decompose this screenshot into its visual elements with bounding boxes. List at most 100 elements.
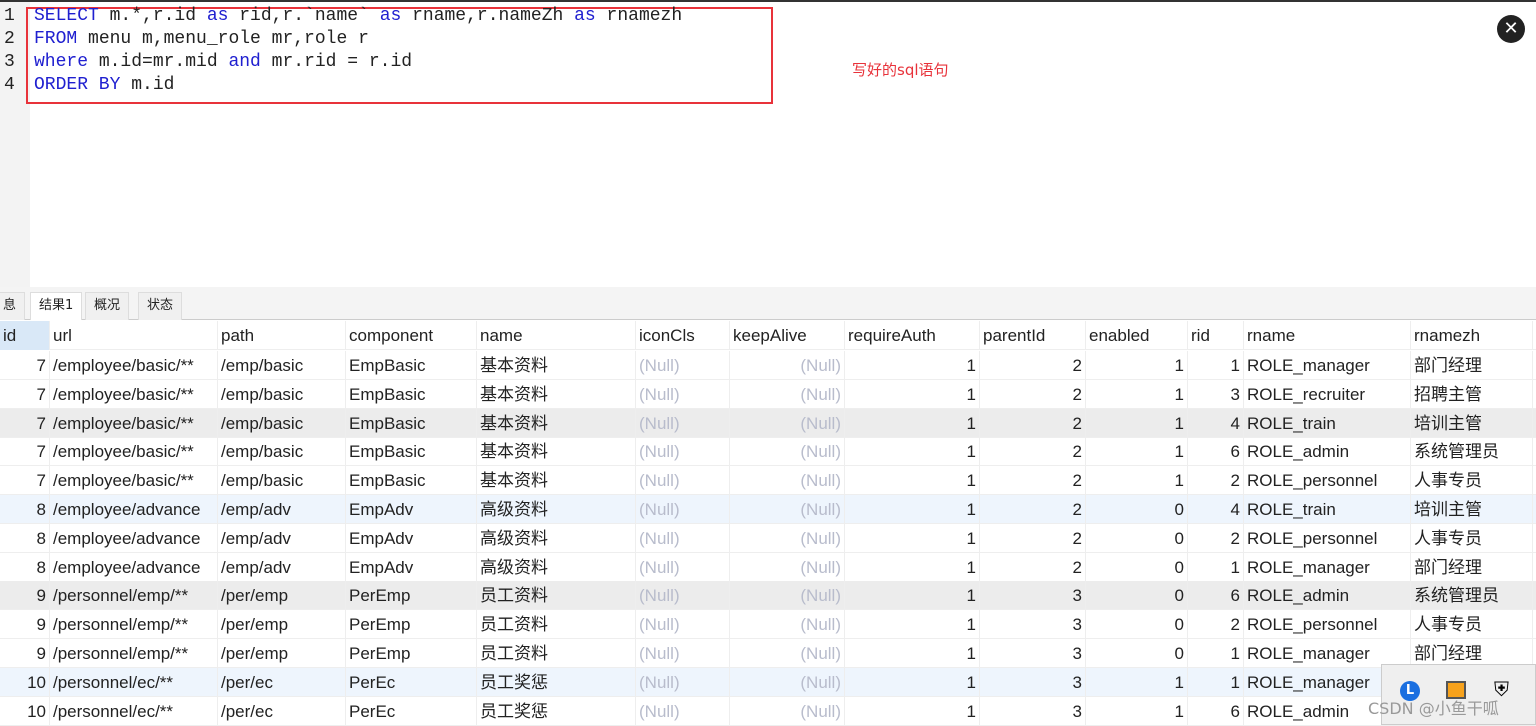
column-header-path[interactable]: path	[218, 321, 346, 350]
cell-url[interactable]: /personnel/ec/**	[50, 696, 218, 726]
cell-rnamezh[interactable]: 培训主管	[1411, 495, 1533, 524]
cell-parentId[interactable]: 3	[980, 581, 1086, 611]
cell-id[interactable]: 7	[0, 437, 50, 467]
cell-rid[interactable]: 6	[1188, 581, 1244, 611]
cell-rname[interactable]: ROLE_personnel	[1244, 610, 1411, 640]
column-header-requireAuth[interactable]: requireAuth	[845, 321, 980, 350]
cell-rname[interactable]: ROLE_personnel	[1244, 466, 1411, 496]
cell-path[interactable]: /per/emp	[218, 581, 346, 611]
cell-name[interactable]: 高级资料	[477, 552, 636, 582]
cell-rid[interactable]: 4	[1188, 495, 1244, 524]
cell-name[interactable]: 员工资料	[477, 639, 636, 668]
cell-url[interactable]: /employee/basic/**	[50, 379, 218, 409]
cell-name[interactable]: 高级资料	[477, 523, 636, 553]
cell-enabled[interactable]: 0	[1086, 523, 1188, 553]
column-header-url[interactable]: url	[50, 321, 218, 350]
cell-name[interactable]: 员工资料	[477, 610, 636, 640]
cell-parentId[interactable]: 2	[980, 379, 1086, 409]
cell-parentId[interactable]: 3	[980, 667, 1086, 697]
cell-rid[interactable]: 1	[1188, 639, 1244, 668]
cell-enabled[interactable]: 1	[1086, 667, 1188, 697]
cell-keepAlive[interactable]: (Null)	[730, 552, 845, 582]
cell-name[interactable]: 基本资料	[477, 379, 636, 409]
cell-enabled[interactable]: 1	[1086, 379, 1188, 409]
cell-id[interactable]: 8	[0, 552, 50, 582]
cell-rname[interactable]: ROLE_train	[1244, 495, 1411, 524]
cell-requireAuth[interactable]: 1	[845, 437, 980, 467]
column-header-component[interactable]: component	[346, 321, 477, 350]
cell-rid[interactable]: 3	[1188, 379, 1244, 409]
cell-path[interactable]: /emp/basic	[218, 351, 346, 380]
cell-name[interactable]: 基本资料	[477, 466, 636, 496]
cell-url[interactable]: /employee/advance	[50, 552, 218, 582]
cell-iconCls[interactable]: (Null)	[636, 552, 730, 582]
cell-enabled[interactable]: 0	[1086, 495, 1188, 524]
cell-path[interactable]: /emp/basic	[218, 437, 346, 467]
cell-enabled[interactable]: 1	[1086, 437, 1188, 467]
cell-enabled[interactable]: 0	[1086, 581, 1188, 611]
tab-2[interactable]: 概况	[85, 292, 130, 320]
cell-enabled[interactable]: 1	[1086, 696, 1188, 726]
cell-rid[interactable]: 4	[1188, 408, 1244, 438]
cell-enabled[interactable]: 1	[1086, 466, 1188, 496]
code-line[interactable]: FROM menu m,menu_role mr,role r	[34, 29, 369, 49]
cell-parentId[interactable]: 2	[980, 495, 1086, 524]
cell-url[interactable]: /personnel/ec/**	[50, 667, 218, 697]
cell-keepAlive[interactable]: (Null)	[730, 639, 845, 668]
cell-keepAlive[interactable]: (Null)	[730, 408, 845, 438]
cell-rname[interactable]: ROLE_admin	[1244, 581, 1411, 611]
cell-component[interactable]: EmpBasic	[346, 466, 477, 496]
column-header-rname[interactable]: rname	[1244, 321, 1411, 350]
tab-1[interactable]: 结果1	[30, 292, 83, 320]
cell-requireAuth[interactable]: 1	[845, 523, 980, 553]
cell-path[interactable]: /emp/basic	[218, 466, 346, 496]
cell-parentId[interactable]: 2	[980, 552, 1086, 582]
cell-rnamezh[interactable]: 系统管理员	[1411, 581, 1533, 611]
cell-component[interactable]: PerEc	[346, 696, 477, 726]
cell-enabled[interactable]: 0	[1086, 639, 1188, 668]
cell-requireAuth[interactable]: 1	[845, 667, 980, 697]
cell-rid[interactable]: 6	[1188, 437, 1244, 467]
column-header-keepAlive[interactable]: keepAlive	[730, 321, 845, 350]
cell-enabled[interactable]: 1	[1086, 351, 1188, 380]
cell-parentId[interactable]: 3	[980, 696, 1086, 726]
cell-rid[interactable]: 1	[1188, 351, 1244, 380]
cell-id[interactable]: 9	[0, 610, 50, 640]
cell-parentId[interactable]: 2	[980, 437, 1086, 467]
cell-keepAlive[interactable]: (Null)	[730, 667, 845, 697]
cell-component[interactable]: EmpBasic	[346, 437, 477, 467]
column-header-name[interactable]: name	[477, 321, 636, 350]
cell-url[interactable]: /employee/basic/**	[50, 437, 218, 467]
cell-name[interactable]: 基本资料	[477, 351, 636, 380]
cell-id[interactable]: 7	[0, 466, 50, 496]
cell-id[interactable]: 8	[0, 495, 50, 524]
cell-iconCls[interactable]: (Null)	[636, 696, 730, 726]
cell-requireAuth[interactable]: 1	[845, 552, 980, 582]
cell-component[interactable]: PerEc	[346, 667, 477, 697]
cell-component[interactable]: EmpAdv	[346, 523, 477, 553]
cell-iconCls[interactable]: (Null)	[636, 408, 730, 438]
cell-rname[interactable]: ROLE_admin	[1244, 437, 1411, 467]
cell-component[interactable]: EmpAdv	[346, 552, 477, 582]
column-header-parentId[interactable]: parentId	[980, 321, 1086, 350]
code-line[interactable]: ORDER BY m.id	[34, 75, 174, 95]
cell-id[interactable]: 8	[0, 523, 50, 553]
cell-name[interactable]: 员工奖惩	[477, 696, 636, 726]
cell-rname[interactable]: ROLE_personnel	[1244, 523, 1411, 553]
cell-keepAlive[interactable]: (Null)	[730, 581, 845, 611]
cell-keepAlive[interactable]: (Null)	[730, 696, 845, 726]
cell-requireAuth[interactable]: 1	[845, 466, 980, 496]
cell-parentId[interactable]: 2	[980, 351, 1086, 380]
cell-url[interactable]: /employee/advance	[50, 495, 218, 524]
cell-parentId[interactable]: 2	[980, 523, 1086, 553]
cell-iconCls[interactable]: (Null)	[636, 667, 730, 697]
cell-id[interactable]: 7	[0, 379, 50, 409]
cell-rnamezh[interactable]: 系统管理员	[1411, 437, 1533, 467]
cell-iconCls[interactable]: (Null)	[636, 466, 730, 496]
cell-path[interactable]: /emp/adv	[218, 495, 346, 524]
cell-rnamezh[interactable]: 招聘主管	[1411, 379, 1533, 409]
cell-iconCls[interactable]: (Null)	[636, 351, 730, 380]
cell-path[interactable]: /emp/basic	[218, 408, 346, 438]
column-header-iconCls[interactable]: iconCls	[636, 321, 730, 350]
cell-rid[interactable]: 2	[1188, 523, 1244, 553]
